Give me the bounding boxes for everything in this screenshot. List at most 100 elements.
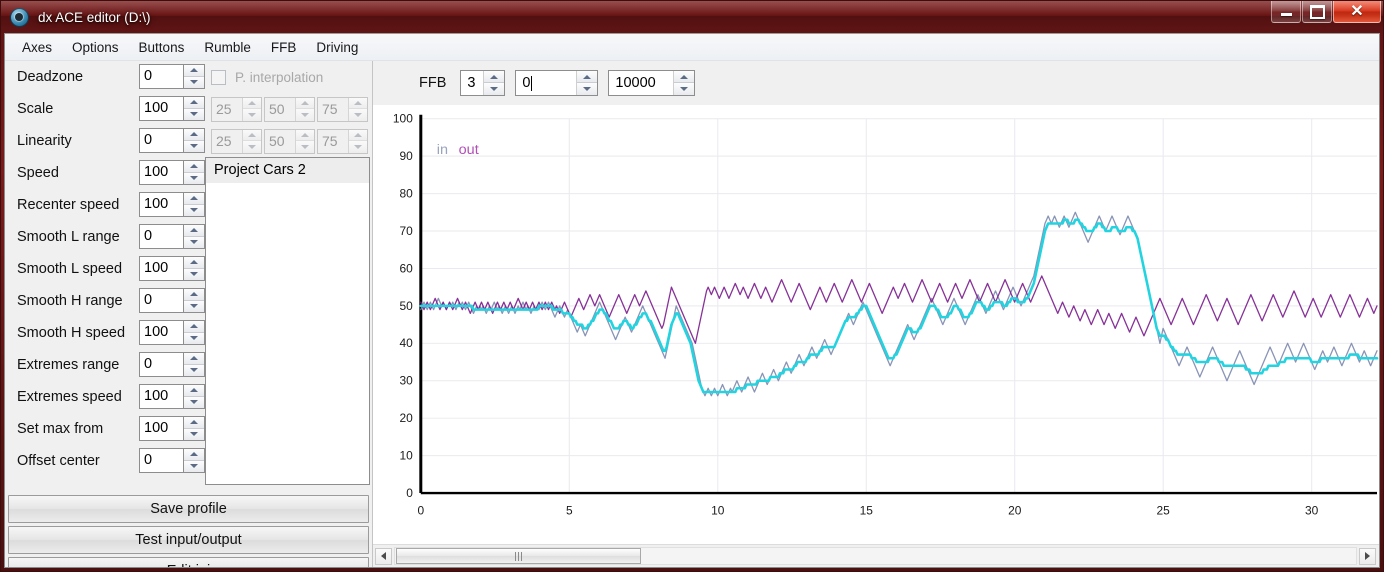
spin-up-button[interactable]	[243, 97, 261, 109]
linearity-preset-50-spinner[interactable]	[295, 129, 314, 153]
spin-down-button[interactable]	[184, 396, 204, 408]
menu-item-ffb[interactable]: FFB	[262, 37, 306, 58]
spin-down-button[interactable]	[184, 364, 204, 376]
ffb-max-spinner[interactable]	[673, 71, 695, 95]
spin-down-button[interactable]	[184, 332, 204, 344]
spin-up-button[interactable]	[674, 71, 695, 83]
spin-down-button[interactable]	[349, 141, 367, 153]
spin-down-button[interactable]	[184, 300, 204, 312]
parameter-input[interactable]: 100	[139, 256, 183, 281]
spin-down-button[interactable]	[674, 83, 695, 95]
parameter-spinner[interactable]	[183, 320, 205, 345]
spin-down-button[interactable]	[484, 83, 505, 95]
parameter-spinner[interactable]	[183, 256, 205, 281]
scroll-left-button[interactable]	[375, 547, 392, 565]
spin-up-button[interactable]	[296, 97, 314, 109]
spin-up-button[interactable]	[184, 321, 204, 333]
parameter-input[interactable]: 0	[139, 448, 183, 473]
scale-preset-75-spinner[interactable]	[348, 97, 367, 121]
spin-up-button[interactable]	[184, 161, 204, 173]
ffb-min-value[interactable]: 0	[516, 71, 576, 95]
ffb-max-field[interactable]: 10000	[608, 70, 696, 96]
parameter-spinner[interactable]	[183, 128, 205, 153]
spin-down-button[interactable]	[184, 76, 204, 88]
parameter-input[interactable]: 0	[139, 128, 183, 153]
linearity-preset-50[interactable]: 50	[264, 128, 315, 154]
parameter-spinner[interactable]	[183, 384, 205, 409]
menu-item-options[interactable]: Options	[63, 37, 128, 58]
parameter-spinner[interactable]	[183, 352, 205, 377]
spin-up-button[interactable]	[184, 353, 204, 365]
spin-down-button[interactable]	[296, 109, 314, 121]
parameter-input[interactable]: 0	[139, 352, 183, 377]
spin-up-button[interactable]	[184, 193, 204, 205]
spin-up-button[interactable]	[184, 225, 204, 237]
spin-down-button[interactable]	[184, 108, 204, 120]
ffb-mode-value[interactable]: 3	[461, 71, 483, 95]
minimize-button[interactable]	[1271, 1, 1301, 23]
spin-down-button[interactable]	[184, 236, 204, 248]
spin-up-button[interactable]	[577, 71, 598, 83]
ffb-min-field[interactable]: 0	[515, 70, 599, 96]
scale-preset-50-spinner[interactable]	[295, 97, 314, 121]
ffb-mode-spinner[interactable]	[483, 71, 505, 95]
parameter-spinner[interactable]	[183, 160, 205, 185]
spin-up-button[interactable]	[296, 129, 314, 141]
spin-up-button[interactable]	[184, 97, 204, 109]
parameter-input[interactable]: 100	[139, 160, 183, 185]
spin-down-button[interactable]	[243, 141, 261, 153]
scale-preset-50[interactable]: 50	[264, 96, 315, 122]
spin-down-button[interactable]	[184, 460, 204, 472]
parameter-input[interactable]: 100	[139, 96, 183, 121]
parameter-spinner[interactable]	[183, 416, 205, 441]
spin-up-button[interactable]	[484, 71, 505, 83]
spin-down-button[interactable]	[184, 172, 204, 184]
scroll-right-button[interactable]	[1359, 547, 1376, 565]
save-profile-button[interactable]: Save profile	[8, 495, 369, 523]
spin-down-button[interactable]	[243, 109, 261, 121]
ffb-max-value[interactable]: 10000	[609, 71, 673, 95]
spin-up-button[interactable]	[349, 97, 367, 109]
edit-ini-button[interactable]: Edit ini	[8, 557, 369, 567]
spin-down-button[interactable]	[577, 83, 598, 95]
spin-up-button[interactable]	[184, 385, 204, 397]
close-button[interactable]: ✕	[1333, 1, 1381, 23]
linearity-preset-25[interactable]: 25	[211, 128, 262, 154]
spin-up-button[interactable]	[184, 65, 204, 77]
scroll-thumb[interactable]	[396, 548, 641, 564]
spin-down-button[interactable]	[184, 268, 204, 280]
parameter-input[interactable]: 0	[139, 224, 183, 249]
spin-up-button[interactable]	[184, 257, 204, 269]
parameter-spinner[interactable]	[183, 224, 205, 249]
p-interpolation-row[interactable]: P. interpolation	[205, 61, 373, 93]
spin-up-button[interactable]	[184, 449, 204, 461]
menu-item-driving[interactable]: Driving	[307, 37, 367, 58]
spin-down-button[interactable]	[349, 109, 367, 121]
maximize-button[interactable]	[1302, 1, 1332, 23]
ffb-mode-field[interactable]: 3	[460, 70, 506, 96]
parameter-input[interactable]: 100	[139, 384, 183, 409]
p-interpolation-checkbox[interactable]	[211, 69, 226, 85]
linearity-preset-25-spinner[interactable]	[242, 129, 261, 153]
parameter-input[interactable]: 100	[139, 416, 183, 441]
test-input-output-button[interactable]: Test input/output	[8, 526, 369, 554]
spin-up-button[interactable]	[184, 417, 204, 429]
spin-down-button[interactable]	[184, 204, 204, 216]
spin-up-button[interactable]	[349, 129, 367, 141]
spin-up-button[interactable]	[184, 129, 204, 141]
parameter-spinner[interactable]	[183, 64, 205, 89]
parameter-spinner[interactable]	[183, 448, 205, 473]
spin-down-button[interactable]	[184, 140, 204, 152]
chart-horizontal-scrollbar[interactable]	[373, 544, 1379, 567]
parameter-spinner[interactable]	[183, 96, 205, 121]
parameter-input[interactable]: 100	[139, 192, 183, 217]
ffb-min-spinner[interactable]	[576, 71, 598, 95]
spin-up-button[interactable]	[184, 289, 204, 301]
linearity-preset-75[interactable]: 75	[317, 128, 368, 154]
list-item[interactable]: Project Cars 2	[206, 158, 369, 183]
menu-item-buttons[interactable]: Buttons	[130, 37, 194, 58]
parameter-input[interactable]: 100	[139, 320, 183, 345]
scale-preset-75[interactable]: 75	[317, 96, 368, 122]
spin-down-button[interactable]	[184, 428, 204, 440]
scale-preset-25[interactable]: 25	[211, 96, 262, 122]
